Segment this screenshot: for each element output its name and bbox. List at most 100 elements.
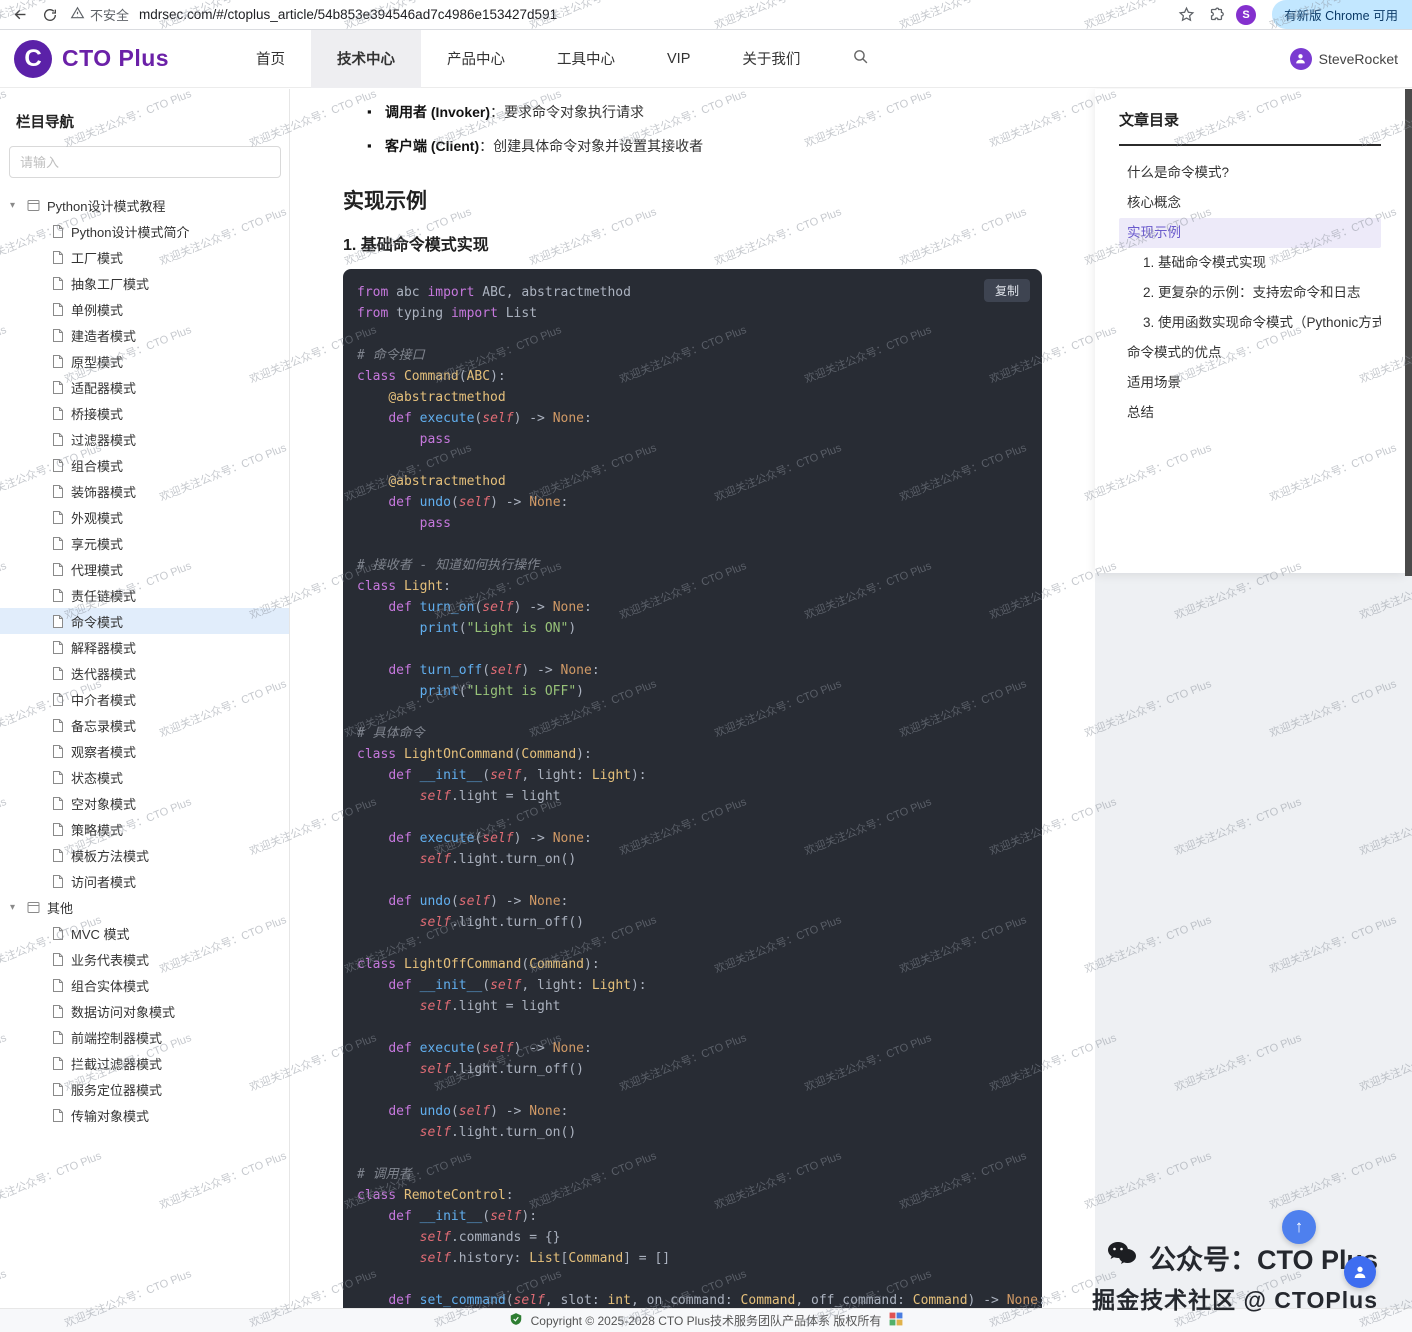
nav-item-VIP[interactable]: VIP	[641, 30, 716, 88]
back-icon[interactable]	[10, 5, 30, 25]
toc-region: 文章目录 什么是命令模式?核心概念实现示例1. 基础命令模式实现2. 更复杂的示…	[1095, 89, 1412, 1308]
sidebar-item-组合实体模式[interactable]: 组合实体模式	[0, 972, 289, 998]
sidebar-folder-其他[interactable]: ▾其他	[0, 894, 289, 920]
code-line: def undo(self) -> None:	[357, 891, 1032, 912]
chrome-update-button[interactable]: 有新版 Chrome 可用	[1272, 0, 1412, 29]
sidebar-item-代理模式[interactable]: 代理模式	[0, 556, 289, 582]
sidebar-item-观察者模式[interactable]: 观察者模式	[0, 738, 289, 764]
floating-contact-button[interactable]	[1344, 1256, 1376, 1288]
toc-item[interactable]: 命令模式的优点	[1119, 338, 1381, 368]
browser-address-bar: 不安全 mdrsec.com/#/ctoplus_article/54b853e…	[0, 0, 1412, 30]
sidebar-item-访问者模式[interactable]: 访问者模式	[0, 868, 289, 894]
sidebar-item-单例模式[interactable]: 单例模式	[0, 296, 289, 322]
sidebar-item-模板方法模式[interactable]: 模板方法模式	[0, 842, 289, 868]
code-line	[357, 1080, 1032, 1101]
sidebar-item-Python设计模式简介[interactable]: Python设计模式简介	[0, 218, 289, 244]
sidebar-item-享元模式[interactable]: 享元模式	[0, 530, 289, 556]
toc-item[interactable]: 总结	[1119, 398, 1381, 428]
sidebar-item-label: 状态模式	[71, 768, 123, 787]
code-line	[357, 870, 1032, 891]
sidebar-item-空对象模式[interactable]: 空对象模式	[0, 790, 289, 816]
code-line: self.light.turn_off()	[357, 912, 1032, 933]
sidebar-item-拦截过滤器模式[interactable]: 拦截过滤器模式	[0, 1050, 289, 1076]
code-line: class LightOffCommand(Command):	[357, 954, 1032, 975]
code-line: @abstractmethod	[357, 471, 1032, 492]
doc-icon	[52, 407, 64, 420]
sidebar-item-命令模式[interactable]: 命令模式	[0, 608, 289, 634]
code-line: self.light = light	[357, 996, 1032, 1017]
sidebar-item-服务定位器模式[interactable]: 服务定位器模式	[0, 1076, 289, 1102]
copy-code-button[interactable]: 复制	[984, 279, 1030, 302]
reload-icon[interactable]	[40, 5, 60, 25]
url-text[interactable]: mdrsec.com/#/ctoplus_article/54b853e3945…	[139, 7, 1166, 22]
toc-item[interactable]: 2. 更复杂的示例：支持宏命令和日志	[1119, 278, 1381, 308]
extensions-puzzle-icon[interactable]	[1206, 5, 1226, 25]
sidebar-item-建造者模式[interactable]: 建造者模式	[0, 322, 289, 348]
sidebar-item-数据访问对象模式[interactable]: 数据访问对象模式	[0, 998, 289, 1024]
code-line: def __init__(self, light: Light):	[357, 765, 1032, 786]
sidebar-item-label: 业务代表模式	[71, 950, 149, 969]
toc-item[interactable]: 适用场景	[1119, 368, 1381, 398]
sidebar-item-状态模式[interactable]: 状态模式	[0, 764, 289, 790]
toc-item[interactable]: 1. 基础命令模式实现	[1119, 248, 1381, 278]
nav-item-关于我们[interactable]: 关于我们	[716, 30, 826, 88]
sidebar-item-迭代器模式[interactable]: 迭代器模式	[0, 660, 289, 686]
toc-item[interactable]: 实现示例	[1119, 218, 1381, 248]
toc-item[interactable]: 什么是命令模式?	[1119, 158, 1381, 188]
doc-icon	[52, 875, 64, 888]
sidebar-item-备忘录模式[interactable]: 备忘录模式	[0, 712, 289, 738]
scroll-to-top-button[interactable]: ↑	[1282, 1210, 1316, 1244]
code-line: self.light = light	[357, 786, 1032, 807]
doc-icon	[52, 537, 64, 550]
security-chip[interactable]: 不安全	[70, 5, 129, 24]
browser-profile-avatar[interactable]: S	[1236, 5, 1256, 25]
sidebar-item-中介者模式[interactable]: 中介者模式	[0, 686, 289, 712]
sidebar-item-策略模式[interactable]: 策略模式	[0, 816, 289, 842]
sidebar-item-外观模式[interactable]: 外观模式	[0, 504, 289, 530]
sidebar-item-原型模式[interactable]: 原型模式	[0, 348, 289, 374]
nav-item-产品中心[interactable]: 产品中心	[421, 30, 531, 88]
sidebar-folder-label: Python设计模式教程	[47, 196, 165, 215]
code-line: def __init__(self, light: Light):	[357, 975, 1032, 996]
toc-item[interactable]: 3. 使用函数实现命令模式（Pythonic方式）	[1119, 308, 1381, 338]
sidebar-item-前端控制器模式[interactable]: 前端控制器模式	[0, 1024, 289, 1050]
user-menu[interactable]: SteveRocket	[1290, 48, 1398, 70]
brand[interactable]: C CTO Plus	[0, 40, 230, 78]
sidebar-item-适配器模式[interactable]: 适配器模式	[0, 374, 289, 400]
scrollbar[interactable]	[1405, 89, 1412, 576]
sidebar-item-过滤器模式[interactable]: 过滤器模式	[0, 426, 289, 452]
code-line	[357, 1143, 1032, 1164]
sidebar-item-label: 解释器模式	[71, 638, 136, 657]
sidebar-item-组合模式[interactable]: 组合模式	[0, 452, 289, 478]
sidebar-search-input[interactable]	[9, 146, 281, 178]
sidebar-item-抽象工厂模式[interactable]: 抽象工厂模式	[0, 270, 289, 296]
doc-icon	[52, 1109, 64, 1122]
header-search[interactable]	[852, 48, 869, 70]
nav-item-技术中心[interactable]: 技术中心	[311, 30, 421, 88]
sidebar-item-label: 拦截过滤器模式	[71, 1054, 162, 1073]
sidebar-item-工厂模式[interactable]: 工厂模式	[0, 244, 289, 270]
code-line: # 接收者 - 知道如何执行操作	[357, 555, 1032, 576]
doc-icon	[52, 485, 64, 498]
sidebar-item-label: 策略模式	[71, 820, 123, 839]
sidebar-item-业务代表模式[interactable]: 业务代表模式	[0, 946, 289, 972]
sidebar-item-label: 享元模式	[71, 534, 123, 553]
code-line: def set_command(self, slot: int, on_comm…	[357, 1290, 1032, 1308]
bookmark-star-icon[interactable]	[1176, 5, 1196, 25]
toc-item[interactable]: 核心概念	[1119, 188, 1381, 218]
sidebar-item-label: 模板方法模式	[71, 846, 149, 865]
doc-icon	[52, 615, 64, 628]
sidebar-item-责任链模式[interactable]: 责任链模式	[0, 582, 289, 608]
sidebar-item-传输对象模式[interactable]: 传输对象模式	[0, 1102, 289, 1128]
toc-title: 文章目录	[1119, 109, 1381, 146]
sidebar-item-MVC 模式[interactable]: MVC 模式	[0, 920, 289, 946]
sidebar-item-装饰器模式[interactable]: 装饰器模式	[0, 478, 289, 504]
juejin-watermark-line: 掘金技术社区 @ CTOPlus	[1092, 1281, 1378, 1315]
nav-item-首页[interactable]: 首页	[230, 30, 311, 88]
sidebar-folder-Python设计模式教程[interactable]: ▾Python设计模式教程	[0, 192, 289, 218]
nav-item-工具中心[interactable]: 工具中心	[531, 30, 641, 88]
sidebar-item-解释器模式[interactable]: 解释器模式	[0, 634, 289, 660]
sidebar-item-label: 外观模式	[71, 508, 123, 527]
article-bullet-list: 调用者 (Invoker)：要求命令对象执行请求客户端 (Client)：创建具…	[343, 95, 1042, 163]
sidebar-item-桥接模式[interactable]: 桥接模式	[0, 400, 289, 426]
